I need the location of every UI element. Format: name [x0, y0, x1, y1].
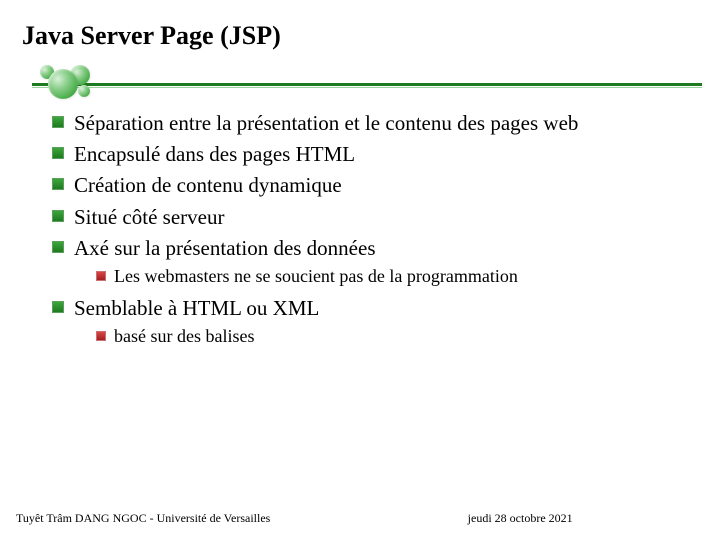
sub-bullet-list: basé sur des balises: [74, 324, 678, 349]
footer-date: jeudi 28 octobre 2021: [468, 511, 573, 526]
separator-shadow: [32, 87, 702, 88]
footer-spacer: [573, 511, 704, 526]
footer-author: Tuyêt Trâm DANG NGOC - Université de Ver…: [16, 511, 270, 526]
footer-spacer: [270, 511, 401, 526]
list-item: Semblable à HTML ou XML basé sur des bal…: [52, 294, 678, 350]
list-item: Situé côté serveur: [52, 203, 678, 231]
bullet-text: Situé côté serveur: [74, 205, 224, 229]
bullet-text: basé sur des balises: [114, 326, 254, 346]
title-area: Java Server Page (JSP): [0, 0, 720, 51]
bullet-text: Encapsulé dans des pages HTML: [74, 142, 355, 166]
sub-bullet-list: Les webmasters ne se soucient pas de la …: [74, 264, 678, 289]
list-item: Création de contenu dynamique: [52, 171, 678, 199]
list-item: Séparation entre la présentation et le c…: [52, 109, 678, 137]
bullet-text: Axé sur la présentation des données: [74, 236, 376, 260]
slide: Java Server Page (JSP) Séparation entre …: [0, 0, 720, 540]
bullet-text: Les webmasters ne se soucient pas de la …: [114, 266, 518, 286]
sphere-icon: [48, 69, 78, 99]
bullet-text: Semblable à HTML ou XML: [74, 296, 319, 320]
footer: Tuyêt Trâm DANG NGOC - Université de Ver…: [16, 511, 704, 526]
list-item: Axé sur la présentation des données Les …: [52, 234, 678, 290]
sphere-icon: [78, 85, 90, 97]
bullet-text: Création de contenu dynamique: [74, 173, 342, 197]
bullet-list: Séparation entre la présentation et le c…: [52, 109, 678, 349]
list-item: Les webmasters ne se soucient pas de la …: [96, 264, 678, 289]
content-area: Séparation entre la présentation et le c…: [0, 97, 720, 349]
list-item: basé sur des balises: [96, 324, 678, 349]
title-separator: [0, 69, 720, 97]
separator-line: [32, 83, 702, 86]
slide-title: Java Server Page (JSP): [22, 22, 720, 51]
bullet-text: Séparation entre la présentation et le c…: [74, 111, 578, 135]
decorative-spheres: [36, 63, 100, 107]
list-item: Encapsulé dans des pages HTML: [52, 140, 678, 168]
